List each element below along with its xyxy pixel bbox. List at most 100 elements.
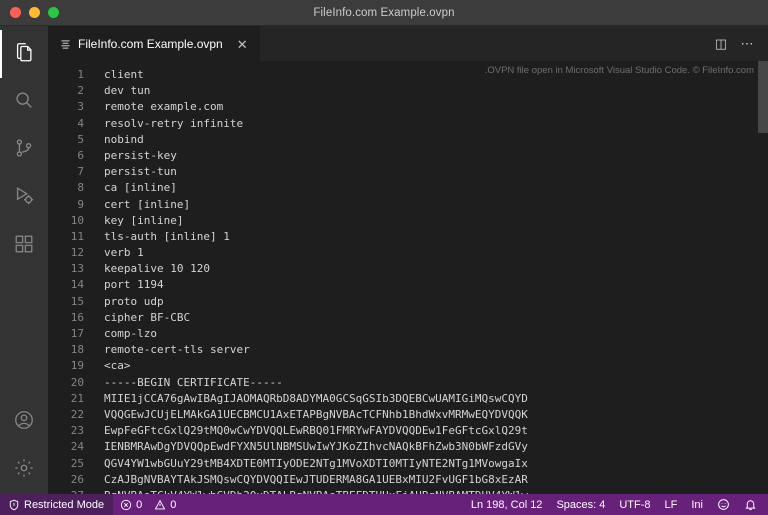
line-content[interactable]: ca [inline] (96, 180, 768, 196)
line-number: 24 (48, 439, 96, 455)
account-icon (13, 409, 35, 436)
line-content[interactable]: BgNVBAoTCkV4YW1wbGVDb20xDTALBgNVBAsTBEFD… (96, 488, 768, 494)
line-content[interactable]: port 1194 (96, 277, 768, 293)
line-content[interactable]: verb 1 (96, 245, 768, 261)
status-indentation[interactable]: Spaces: 4 (549, 494, 612, 515)
code-line[interactable]: 21MIIE1jCCA76gAwIBAgIJAOMAQRbD8ADYMA0GCS… (48, 391, 768, 407)
line-content[interactable]: cert [inline] (96, 197, 768, 213)
status-restricted-mode[interactable]: Restricted Mode (0, 494, 113, 515)
code-line[interactable]: 27BgNVBAoTCkV4YW1wbGVDb20xDTALBgNVBAsTBE… (48, 488, 768, 494)
code-line[interactable]: 7persist-tun (48, 164, 768, 180)
code-line[interactable]: 18remote-cert-tls server (48, 342, 768, 358)
ini-file-icon (59, 38, 72, 51)
close-window-button[interactable] (10, 7, 21, 18)
maximize-window-button[interactable] (48, 7, 59, 18)
shield-icon (8, 499, 20, 511)
code-line[interactable]: 17comp-lzo (48, 326, 768, 342)
editor-vertical-scrollbar[interactable] (758, 61, 768, 494)
code-line[interactable]: 22VQQGEwJCUjELMAkGA1UECBMCU1AxETAPBgNVBA… (48, 407, 768, 423)
split-editor-icon[interactable]: ◫ (710, 33, 732, 55)
line-content[interactable]: EwpFeGFtcGxlQ29tMQ0wCwYDVQQLEwRBQ01FMRYw… (96, 423, 768, 439)
ellipsis-icon[interactable]: ⋯ (736, 33, 758, 55)
editor-tab-bar: FileInfo.com Example.ovpn ✕ ◫ ⋯ (48, 26, 768, 61)
window-title: FileInfo.com Example.ovpn (0, 0, 768, 26)
line-content[interactable]: remote-cert-tls server (96, 342, 768, 358)
editor-area: FileInfo.com Example.ovpn ✕ ◫ ⋯ .OVPN fi… (48, 26, 768, 494)
line-content[interactable]: IENBMRAwDgYDVQQpEwdFYXN5UlNBMSUwIwYJKoZI… (96, 439, 768, 455)
status-cursor-position[interactable]: Ln 198, Col 12 (464, 494, 550, 515)
line-number: 14 (48, 277, 96, 293)
close-icon[interactable]: ✕ (235, 37, 250, 52)
line-content[interactable]: remote example.com (96, 99, 768, 115)
code-lines-container[interactable]: 1client2dev tun3remote example.com4resol… (48, 61, 768, 494)
line-content[interactable]: VQQGEwJCUjELMAkGA1UECBMCU1AxETAPBgNVBAcT… (96, 407, 768, 423)
code-line[interactable]: 13keepalive 10 120 (48, 261, 768, 277)
editor-content[interactable]: .OVPN file open in Microsoft Visual Stud… (48, 61, 768, 494)
code-line[interactable]: 24IENBMRAwDgYDVQQpEwdFYXN5UlNBMSUwIwYJKo… (48, 439, 768, 455)
status-indentation-label: Spaces: 4 (556, 499, 605, 511)
activity-bar-item-search[interactable] (0, 78, 48, 126)
line-content[interactable]: persist-key (96, 148, 768, 164)
line-content[interactable]: -----BEGIN CERTIFICATE----- (96, 375, 768, 391)
code-line[interactable]: 25QGV4YW1wbGUuY29tMB4XDTE0MTIyODE2NTg1MV… (48, 456, 768, 472)
activity-bar-item-source-control[interactable] (0, 126, 48, 174)
code-line[interactable]: 6persist-key (48, 148, 768, 164)
code-line[interactable]: 10key [inline] (48, 213, 768, 229)
search-icon (13, 89, 35, 116)
editor-scrollbar-thumb[interactable] (758, 61, 768, 133)
code-line[interactable]: 11tls-auth [inline] 1 (48, 229, 768, 245)
code-line[interactable]: 2dev tun (48, 83, 768, 99)
activity-bar-item-manage[interactable] (0, 446, 48, 494)
minimize-window-button[interactable] (29, 7, 40, 18)
line-content[interactable]: dev tun (96, 83, 768, 99)
line-number: 25 (48, 456, 96, 472)
code-line[interactable]: 4resolv-retry infinite (48, 116, 768, 132)
line-number: 20 (48, 375, 96, 391)
status-language-mode-label: Ini (691, 499, 703, 511)
editor-tab-label: FileInfo.com Example.ovpn (78, 37, 223, 51)
line-content[interactable]: resolv-retry infinite (96, 116, 768, 132)
code-line[interactable]: 9cert [inline] (48, 197, 768, 213)
code-line[interactable]: 15proto udp (48, 294, 768, 310)
activity-bar-item-extensions[interactable] (0, 222, 48, 270)
error-icon (120, 499, 132, 511)
line-content[interactable]: CzAJBgNVBAYTAkJSMQswCQYDVQQIEwJTUDERMA8G… (96, 472, 768, 488)
code-line[interactable]: 16cipher BF-CBC (48, 310, 768, 326)
editor-tab-fileinfo-example-ovpn[interactable]: FileInfo.com Example.ovpn ✕ (48, 26, 261, 61)
line-content[interactable]: comp-lzo (96, 326, 768, 342)
code-line[interactable]: 3remote example.com (48, 99, 768, 115)
line-number: 2 (48, 83, 96, 99)
status-problems[interactable]: 0 0 (113, 494, 183, 515)
line-content[interactable]: MIIE1jCCA76gAwIBAgIJAOMAQRbD8ADYMA0GCSqG… (96, 391, 768, 407)
line-content[interactable]: cipher BF-CBC (96, 310, 768, 326)
line-number: 10 (48, 213, 96, 229)
status-bar: Restricted Mode 0 0 (0, 494, 768, 515)
line-content[interactable]: nobind (96, 132, 768, 148)
status-encoding[interactable]: UTF-8 (612, 494, 657, 515)
line-content[interactable]: tls-auth [inline] 1 (96, 229, 768, 245)
code-line[interactable]: 23EwpFeGFtcGxlQ29tMQ0wCwYDVQQLEwRBQ01FMR… (48, 423, 768, 439)
code-line[interactable]: 12verb 1 (48, 245, 768, 261)
line-content[interactable]: persist-tun (96, 164, 768, 180)
line-content[interactable]: key [inline] (96, 213, 768, 229)
status-language-mode[interactable]: Ini (684, 494, 710, 515)
code-line[interactable]: 19<ca> (48, 358, 768, 374)
code-line[interactable]: 5nobind (48, 132, 768, 148)
code-line[interactable]: 20-----BEGIN CERTIFICATE----- (48, 375, 768, 391)
status-encoding-label: UTF-8 (619, 499, 650, 511)
line-number: 9 (48, 197, 96, 213)
code-line[interactable]: 26CzAJBgNVBAYTAkJSMQswCQYDVQQIEwJTUDERMA… (48, 472, 768, 488)
line-content[interactable]: keepalive 10 120 (96, 261, 768, 277)
status-eol[interactable]: LF (658, 494, 685, 515)
code-line[interactable]: 14port 1194 (48, 277, 768, 293)
line-number: 18 (48, 342, 96, 358)
line-content[interactable]: proto udp (96, 294, 768, 310)
code-line[interactable]: 8ca [inline] (48, 180, 768, 196)
line-content[interactable]: <ca> (96, 358, 768, 374)
activity-bar-item-explorer[interactable] (0, 30, 48, 78)
line-content[interactable]: QGV4YW1wbGUuY29tMB4XDTE0MTIyODE2NTg1MVoX… (96, 456, 768, 472)
status-notifications[interactable] (737, 494, 764, 515)
activity-bar-item-run-and-debug[interactable] (0, 174, 48, 222)
activity-bar-item-accounts[interactable] (0, 398, 48, 446)
status-feedback[interactable] (710, 494, 737, 515)
